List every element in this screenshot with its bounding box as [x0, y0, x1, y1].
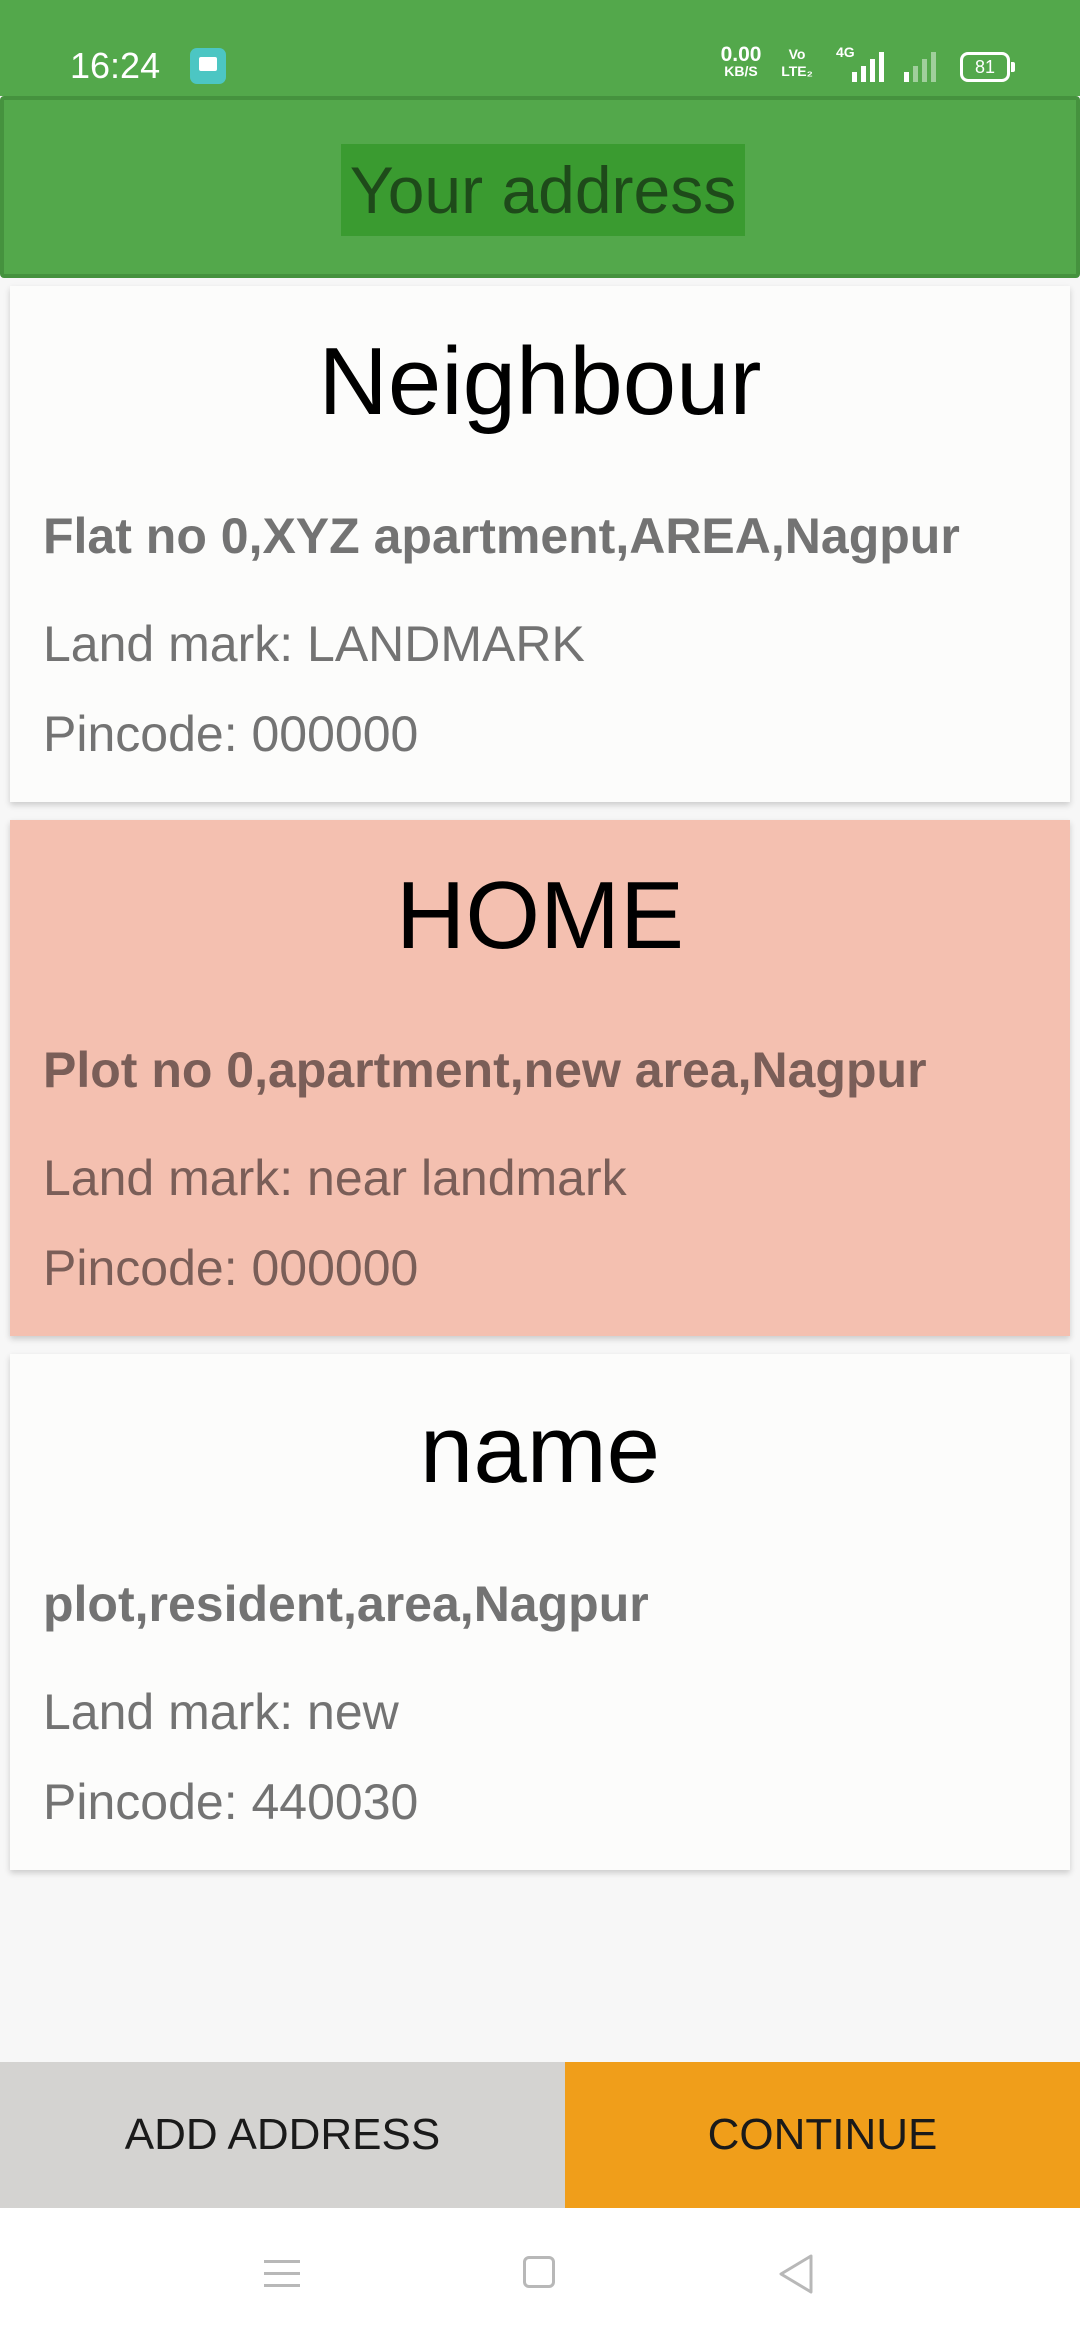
address-card-selected[interactable]: HOME Plot no 0,apartment,new area,Nagpur…: [10, 820, 1070, 1336]
address-landmark: Land mark: new: [43, 1684, 399, 1740]
volte-indicator: Vo LTE₂: [778, 46, 816, 80]
address-name: Neighbour: [318, 328, 762, 435]
page-title: Your address: [341, 144, 745, 236]
app-header: Your address: [0, 96, 1080, 278]
navigation-bar: [0, 2208, 1080, 2340]
address-line: Plot no 0,apartment,new area,Nagpur: [43, 1042, 927, 1098]
network-speed: 0.00 KB/S: [716, 44, 766, 80]
address-pincode: Pincode: 000000: [43, 1240, 419, 1296]
volte-bottom: LTE₂: [781, 63, 813, 79]
address-card[interactable]: name plot,resident,area,Nagpur Land mark…: [10, 1354, 1070, 1870]
address-name: HOME: [396, 862, 684, 969]
address-card[interactable]: Neighbour Flat no 0,XYZ apartment,AREA,N…: [10, 286, 1070, 802]
address-pincode: Pincode: 440030: [43, 1774, 419, 1830]
signal-icon-sim2: [904, 48, 936, 82]
address-landmark: Land mark: LANDMARK: [43, 616, 585, 672]
address-name: name: [419, 1396, 661, 1503]
address-line: Flat no 0,XYZ apartment,AREA,Nagpur: [43, 508, 960, 564]
address-pincode: Pincode: 000000: [43, 706, 419, 762]
home-icon[interactable]: [523, 2256, 555, 2288]
back-icon[interactable]: [775, 2252, 815, 2296]
status-time: 16:24: [70, 45, 161, 86]
battery-level: 81: [974, 57, 996, 77]
battery-icon: 81: [960, 52, 1015, 82]
add-address-button[interactable]: ADD ADDRESS: [0, 2062, 565, 2208]
menu-icon[interactable]: [264, 2258, 300, 2290]
address-line: plot,resident,area,Nagpur: [43, 1576, 649, 1632]
status-bar: 16:24 0.00 KB/S Vo LTE₂ 4G 81: [0, 0, 1080, 96]
message-icon: [190, 48, 226, 84]
volte-top: Vo: [788, 46, 806, 62]
address-landmark: Land mark: near landmark: [43, 1150, 627, 1206]
signal-icon: [852, 48, 884, 82]
continue-button[interactable]: CONTINUE: [565, 2062, 1080, 2208]
